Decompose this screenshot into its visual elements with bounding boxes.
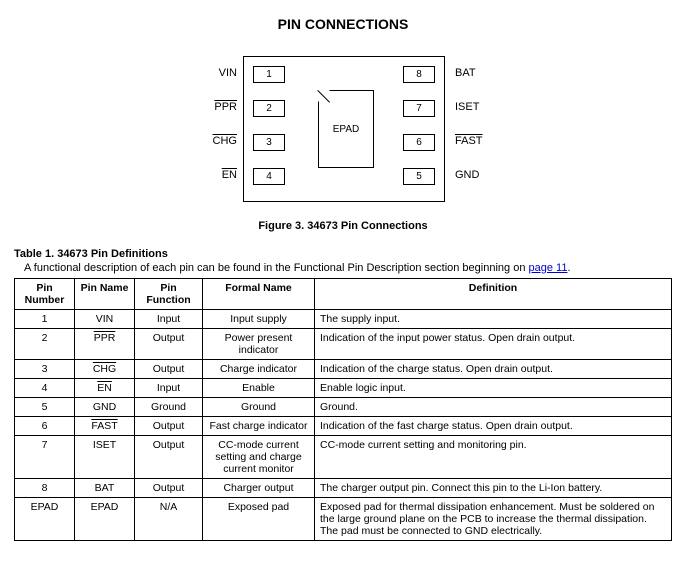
cell-pin-name: EPAD [75,498,135,541]
pin-box-4: 4 [253,168,285,185]
col-pin-number: Pin Number [15,279,75,310]
table-note: A functional description of each pin can… [24,262,672,274]
cell-formal-name: Enable [203,379,315,398]
cell-definition: CC-mode current setting and monitoring p… [315,436,672,479]
cell-formal-name: Power present indicator [203,329,315,360]
cell-pin-function: Output [135,360,203,379]
cell-definition: Indication of the fast charge status. Op… [315,417,672,436]
pin-definitions-table: Pin Number Pin Name Pin Function Formal … [14,278,672,541]
pin-label-vin: VIN [193,67,237,79]
cell-pin-name: PPR [75,329,135,360]
cell-pin-function: N/A [135,498,203,541]
cell-pin-name: GND [75,398,135,417]
table-row: 3CHGOutputCharge indicatorIndication of … [15,360,672,379]
pin-label-gnd: GND [455,169,479,181]
col-formal-name: Formal Name [203,279,315,310]
cell-pin-name: EN [75,379,135,398]
cell-formal-name: Ground [203,398,315,417]
cell-pin-function: Output [135,479,203,498]
cell-pin-number: 5 [15,398,75,417]
col-pin-function: Pin Function [135,279,203,310]
pin-label-iset: ISET [455,101,479,113]
cell-pin-function: Output [135,329,203,360]
table-row: 4ENInputEnableEnable logic input. [15,379,672,398]
cell-pin-name: ISET [75,436,135,479]
table-row: 5GNDGroundGroundGround. [15,398,672,417]
cell-pin-number: 1 [15,310,75,329]
pin-label-chg: CHG [193,135,237,147]
cell-pin-number: 2 [15,329,75,360]
cell-formal-name: Input supply [203,310,315,329]
cell-pin-number: 3 [15,360,75,379]
pin-diagram: EPAD 1 VIN 2 PPR 3 CHG 4 EN 8 BAT 7 ISET 6 FAST 5 GND [14,50,672,210]
pin-box-8: 8 [403,66,435,83]
cell-definition: Ground. [315,398,672,417]
cell-formal-name: CC-mode current setting and charge curre… [203,436,315,479]
cell-pin-name: VIN [75,310,135,329]
table-row: EPADEPADN/AExposed padExposed pad for th… [15,498,672,541]
cell-pin-number: 7 [15,436,75,479]
pin-box-3: 3 [253,134,285,151]
cell-pin-function: Ground [135,398,203,417]
pin-label-ppr: PPR [193,101,237,113]
figure-caption: Figure 3. 34673 Pin Connections [14,220,672,232]
cell-definition: The supply input. [315,310,672,329]
pin-label-fast: FAST [455,135,483,147]
pin-box-1: 1 [253,66,285,83]
cell-definition: Enable logic input. [315,379,672,398]
pin-box-5: 5 [403,168,435,185]
pin-label-en: EN [193,169,237,181]
table-row: 2PPROutputPower present indicatorIndicat… [15,329,672,360]
cell-formal-name: Fast charge indicator [203,417,315,436]
pin-box-7: 7 [403,100,435,117]
cell-pin-function: Output [135,417,203,436]
table-row: 7ISETOutputCC-mode current setting and c… [15,436,672,479]
cell-pin-number: EPAD [15,498,75,541]
cell-definition: Indication of the charge status. Open dr… [315,360,672,379]
pin-box-6: 6 [403,134,435,151]
col-pin-name: Pin Name [75,279,135,310]
col-definition: Definition [315,279,672,310]
cell-pin-function: Output [135,436,203,479]
cell-definition: Exposed pad for thermal dissipation enha… [315,498,672,541]
cell-pin-number: 4 [15,379,75,398]
cell-pin-number: 6 [15,417,75,436]
table-row: 1VINInputInput supplyThe supply input. [15,310,672,329]
cell-pin-function: Input [135,310,203,329]
epad-label: EPAD [333,124,360,135]
pin-box-2: 2 [253,100,285,117]
cell-formal-name: Charge indicator [203,360,315,379]
pin-label-bat: BAT [455,67,476,79]
page-title: PIN CONNECTIONS [14,16,672,32]
cell-formal-name: Exposed pad [203,498,315,541]
cell-formal-name: Charger output [203,479,315,498]
table-title: Table 1. 34673 Pin Definitions [14,248,672,260]
table-row: 8BATOutputCharger outputThe charger outp… [15,479,672,498]
cell-pin-name: CHG [75,360,135,379]
cell-pin-function: Input [135,379,203,398]
page-link[interactable]: page 11 [529,262,568,274]
cell-pin-number: 8 [15,479,75,498]
cell-definition: Indication of the input power status. Op… [315,329,672,360]
table-header-row: Pin Number Pin Name Pin Function Formal … [15,279,672,310]
cell-pin-name: BAT [75,479,135,498]
cell-pin-name: FAST [75,417,135,436]
cell-definition: The charger output pin. Connect this pin… [315,479,672,498]
table-row: 6FASTOutputFast charge indicatorIndicati… [15,417,672,436]
